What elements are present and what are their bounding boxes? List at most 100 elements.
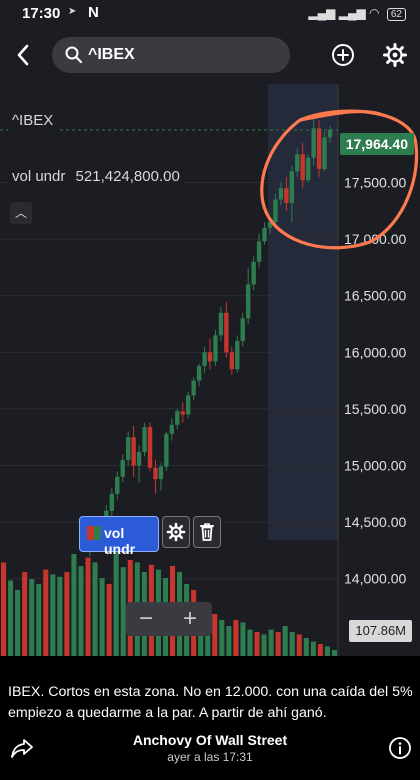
candle-body	[289, 171, 295, 203]
chevron-left-icon	[17, 44, 29, 66]
wifi-icon: ◠	[369, 6, 380, 20]
candle-body	[316, 128, 322, 169]
candle-body	[164, 433, 169, 467]
indicator-chip[interactable]: vol undr	[79, 516, 159, 557]
candle-body	[251, 261, 256, 285]
search-icon	[65, 46, 83, 64]
candle-body	[224, 312, 229, 353]
zoom-out-button[interactable]: −	[126, 602, 166, 636]
candle-body	[235, 341, 240, 370]
volume-bar	[71, 554, 77, 656]
candle-body	[169, 424, 175, 434]
volume-bar	[29, 579, 35, 656]
volume-bar	[289, 632, 295, 656]
volume-bar	[310, 641, 316, 656]
info-button[interactable]	[388, 736, 412, 760]
candle-body	[327, 129, 333, 138]
chart-area[interactable]: 17,500.00 17,000.00 16,500.00 16,000.00 15,5…	[0, 84, 420, 656]
battery-icon: 62	[386, 8, 406, 21]
add-button[interactable]	[330, 42, 356, 68]
post-author[interactable]: Anchovy Of Wall Street	[0, 732, 420, 748]
candle-body	[278, 188, 284, 200]
status-bar: 17:30 ➤ N ▂▄▆ ▂▄▆ ◠ 62	[0, 0, 420, 28]
volume-bar	[113, 550, 119, 656]
candle-body	[180, 411, 185, 415]
candle-body	[284, 188, 289, 203]
indicator-color-icon	[87, 526, 101, 540]
info-icon	[389, 737, 411, 759]
volume-bar	[324, 646, 330, 656]
collapse-legend-button[interactable]: ︿	[10, 202, 32, 224]
volume-bar	[57, 576, 63, 656]
post-caption-text: IBEX. Cortos en esta zona. No en 12.000.…	[8, 684, 413, 721]
trash-icon	[200, 523, 214, 541]
y-tick-label: 16,500.00	[344, 288, 406, 304]
y-tick-label: 16,000.00	[344, 344, 406, 360]
candle-body	[115, 476, 120, 494]
candle-body	[153, 467, 158, 480]
volume-bar	[99, 578, 105, 656]
candle-body	[175, 411, 180, 425]
indicator-chip-label: vol undr	[104, 525, 136, 557]
volume-bar	[50, 574, 56, 656]
volume-bar	[303, 638, 309, 656]
candle-body	[218, 312, 224, 336]
search-query: ^IBEX	[88, 46, 135, 63]
post-caption-area: IBEX. Cortos en esta zona. No en 12.000.…	[0, 656, 420, 780]
candle-body	[136, 451, 142, 466]
zoom-controls: − +	[126, 602, 212, 636]
chart-symbol-label: ^IBEX	[8, 110, 58, 131]
app-header: ^IBEX	[0, 28, 420, 84]
candle-body	[240, 318, 245, 342]
y-tick-label: 17,500.00	[344, 175, 406, 191]
candle-body	[125, 437, 131, 460]
candle-body	[245, 284, 251, 319]
settings-button[interactable]	[382, 42, 408, 68]
post-timestamp: ayer a las 17:31	[167, 750, 253, 764]
volume-bar	[317, 644, 323, 656]
candle-body	[109, 493, 115, 511]
candle-body	[131, 437, 136, 466]
volume-bar	[219, 620, 225, 656]
candle-body	[256, 241, 262, 262]
volume-bar	[247, 629, 253, 656]
zoom-in-button[interactable]: +	[170, 602, 210, 636]
volume-bar	[36, 584, 42, 656]
volume-bar	[282, 626, 288, 656]
candle-body	[322, 137, 327, 169]
volume-bar	[296, 634, 302, 656]
volume-bar	[233, 620, 239, 656]
last-price-tag: 17,964.40	[339, 133, 414, 155]
y-tick-label: 15,500.00	[344, 401, 406, 417]
y-tick-label: 14,500.00	[344, 514, 406, 530]
candle-body	[202, 352, 207, 366]
candle-body	[158, 466, 164, 480]
y-tick-label: 14,000.00	[344, 571, 406, 587]
chevron-up-icon: ︿	[14, 206, 27, 220]
indicator-settings-button[interactable]	[162, 516, 190, 548]
signal-icon-2: ▂▄▆	[338, 6, 366, 20]
signal-icon: ▂▄▆	[308, 6, 336, 20]
indicator-delete-button[interactable]	[193, 516, 221, 548]
location-icon: ➤	[68, 6, 77, 17]
volume-bar	[15, 590, 21, 656]
volume-bar	[22, 572, 28, 656]
candle-body	[311, 128, 316, 158]
status-time: 17:30	[22, 5, 61, 22]
gear-icon	[383, 43, 407, 67]
volume-bar	[240, 622, 246, 656]
volume-bar	[43, 569, 49, 656]
candle-body	[207, 352, 213, 362]
status-indicators: ▂▄▆ ▂▄▆ ◠ 62	[308, 6, 406, 21]
search-field[interactable]: ^IBEX	[52, 37, 290, 73]
candle-body	[142, 427, 147, 452]
candle-body	[213, 335, 218, 362]
candle-body	[262, 227, 267, 242]
candle-body	[191, 380, 196, 396]
back-button[interactable]	[10, 40, 36, 70]
candle-body	[147, 427, 153, 468]
volume-bar	[1, 562, 7, 656]
volume-bar	[268, 629, 274, 656]
candle-body	[300, 154, 305, 181]
volume-bar	[120, 567, 126, 656]
